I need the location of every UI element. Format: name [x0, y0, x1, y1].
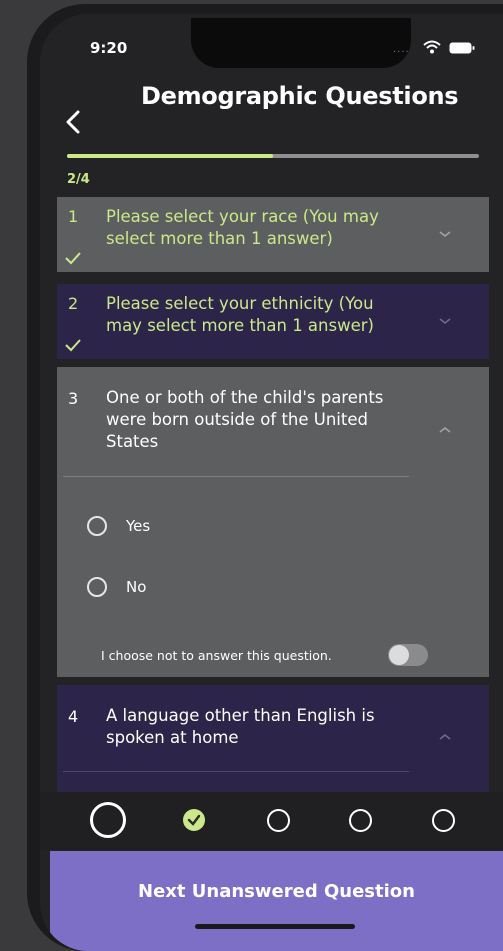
question-text: One or both of the child's parents were … — [106, 388, 384, 451]
decline-label: I choose not to answer this question. — [101, 648, 332, 663]
status-time: 9:20 — [90, 39, 128, 57]
question-navigator — [40, 792, 503, 850]
check-icon — [187, 814, 201, 826]
app-screen: 9:20 .... Demographic Questions 2/4 1 Pl… — [40, 14, 503, 951]
battery-icon — [449, 42, 475, 54]
nav-dot[interactable] — [432, 809, 455, 832]
question-card-4: 4 A language other than English is spoke… — [57, 685, 489, 792]
nav-dot-current[interactable] — [90, 802, 126, 838]
question-card-2[interactable]: 2 Please select your ethnicity (You may … — [57, 284, 489, 359]
radio-no[interactable] — [87, 577, 107, 597]
nav-dot[interactable] — [267, 809, 290, 832]
nav-dot[interactable] — [349, 809, 372, 832]
option-label-yes: Yes — [126, 517, 151, 535]
option-label-no: No — [126, 578, 147, 596]
question-card-1[interactable]: 1 Please select your race (You may selec… — [57, 197, 489, 272]
radio-yes[interactable] — [87, 516, 107, 536]
question-text: A language other than English is spoken … — [106, 706, 375, 747]
chevron-down-icon[interactable] — [438, 316, 452, 326]
question-text: Please select your ethnicity (You may se… — [106, 294, 374, 335]
decline-toggle[interactable] — [388, 644, 428, 666]
chevron-down-icon[interactable] — [438, 229, 452, 239]
divider — [63, 771, 409, 772]
next-unanswered-button[interactable]: Next Unanswered Question — [50, 851, 503, 951]
progress-label: 2/4 — [67, 172, 90, 187]
question-card-3: 3 One or both of the child's parents wer… — [57, 367, 489, 677]
question-number: 2 — [68, 294, 79, 313]
chevron-up-icon[interactable] — [438, 425, 452, 435]
next-button-label: Next Unanswered Question — [138, 881, 415, 902]
home-indicator — [195, 924, 355, 929]
nav-dot-answered[interactable] — [183, 809, 205, 831]
question-number: 1 — [68, 207, 79, 226]
check-icon — [65, 339, 81, 352]
check-icon — [65, 252, 81, 265]
back-chevron-icon[interactable] — [64, 109, 82, 135]
divider — [63, 476, 409, 477]
signal-icon: .... — [393, 44, 410, 55]
progress-fill — [67, 154, 273, 158]
question-number: 4 — [68, 707, 79, 726]
toggle-knob — [389, 645, 409, 665]
page-title: Demographic Questions — [141, 82, 459, 110]
question-text: Please select your race (You may select … — [106, 207, 379, 248]
wifi-icon — [423, 40, 441, 54]
chevron-up-icon[interactable] — [438, 732, 452, 742]
notch — [191, 18, 411, 68]
question-number: 3 — [68, 389, 79, 408]
